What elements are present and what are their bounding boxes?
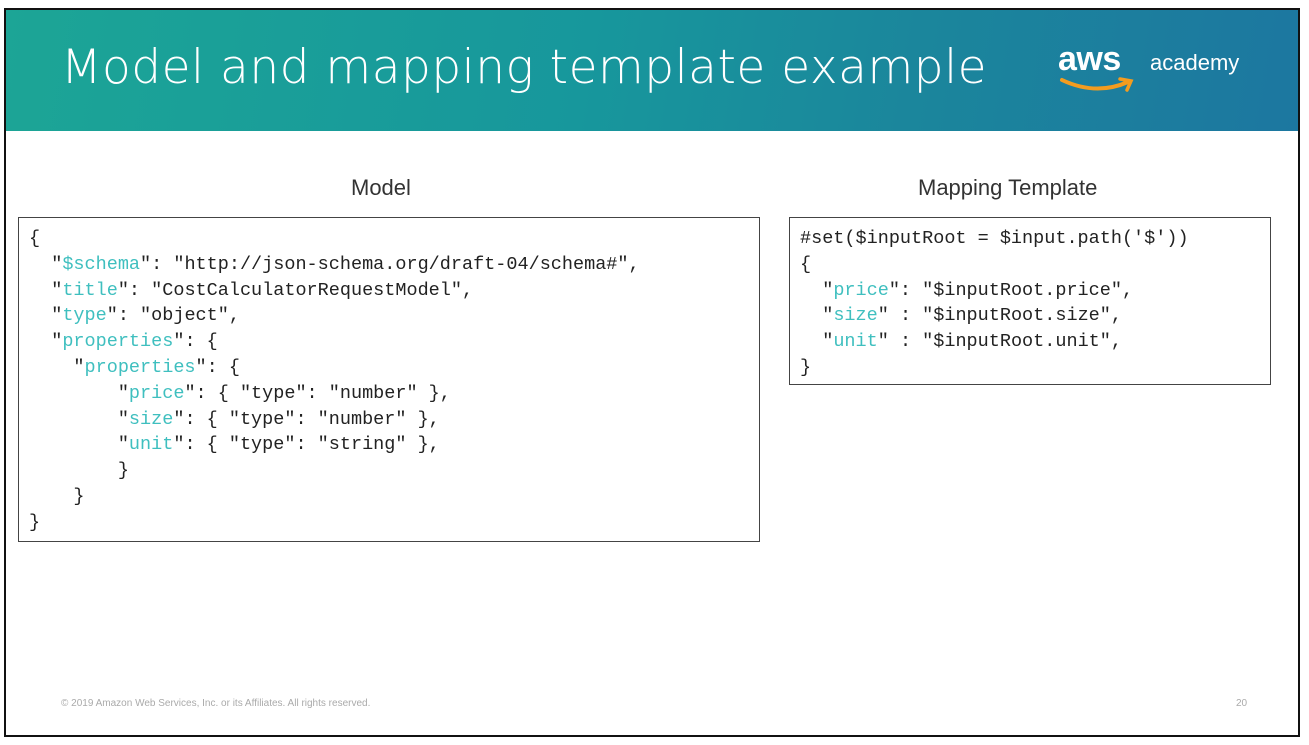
code-line: "price": "$inputRoot.price", bbox=[800, 278, 1260, 304]
code-text: ": { "type": "number" }, bbox=[173, 408, 440, 430]
code-text: " : "$inputRoot.size", bbox=[877, 305, 1122, 327]
code-line: "size" : "$inputRoot.size", bbox=[800, 303, 1260, 329]
mapping-template-code-block: #set($inputRoot = $input.path('$')){ "pr… bbox=[789, 217, 1271, 385]
code-line: } bbox=[29, 484, 749, 510]
code-key: price bbox=[833, 279, 889, 301]
code-key: properties bbox=[62, 331, 174, 353]
copyright-footer: © 2019 Amazon Web Services, Inc. or its … bbox=[61, 698, 371, 709]
code-key: size bbox=[833, 305, 878, 327]
code-key: type bbox=[62, 305, 107, 327]
amazon-smile-icon bbox=[1060, 77, 1134, 92]
code-line: "unit" : "$inputRoot.unit", bbox=[800, 329, 1260, 355]
code-text: #set($inputRoot = $input.path('$')) bbox=[800, 228, 1189, 249]
slide-header: Model and mapping template example aws a… bbox=[6, 10, 1298, 131]
code-line: #set($inputRoot = $input.path('$')) bbox=[800, 226, 1260, 252]
code-text: } bbox=[29, 511, 41, 533]
code-text: " bbox=[29, 305, 63, 327]
code-line: "properties": { bbox=[29, 355, 749, 381]
code-line: "title": "CostCalculatorRequestModel", bbox=[29, 278, 749, 304]
code-key: unit bbox=[833, 331, 878, 353]
model-heading: Model bbox=[351, 175, 411, 200]
code-text: } bbox=[800, 356, 812, 378]
code-text: { bbox=[800, 253, 812, 275]
code-key: unit bbox=[128, 434, 174, 456]
code-text: " : "$inputRoot.unit", bbox=[877, 331, 1122, 353]
code-key: price bbox=[128, 382, 185, 404]
code-text: " bbox=[800, 279, 834, 301]
code-text: " bbox=[29, 356, 85, 378]
code-text: ": "object", bbox=[106, 305, 240, 327]
code-text: ": "$inputRoot.price", bbox=[888, 279, 1134, 301]
code-key: title bbox=[62, 279, 118, 301]
aws-wordmark: aws bbox=[1058, 40, 1121, 78]
code-line: "size": { "type": "number" }, bbox=[29, 407, 749, 433]
mapping-template-heading: Mapping Template bbox=[918, 175, 1098, 200]
code-key: size bbox=[128, 408, 174, 430]
code-line: { bbox=[29, 226, 749, 252]
aws-academy-logo: aws academy bbox=[1058, 40, 1258, 100]
code-text: " bbox=[800, 305, 834, 327]
code-key: $schema bbox=[62, 253, 141, 275]
code-text: ": { bbox=[173, 331, 218, 353]
code-line: { bbox=[800, 252, 1260, 278]
code-text: { bbox=[29, 228, 41, 249]
code-line: "$schema": "http://json-schema.org/draft… bbox=[29, 252, 749, 278]
code-text: ": "http://json-schema.org/draft-04/sche… bbox=[140, 253, 640, 275]
code-line: "type": "object", bbox=[29, 303, 749, 329]
code-text: " bbox=[29, 382, 129, 404]
model-code-block: { "$schema": "http://json-schema.org/dra… bbox=[18, 217, 760, 542]
code-line: } bbox=[800, 355, 1260, 381]
code-text: ": { "type": "number" }, bbox=[184, 382, 451, 404]
slide-title: Model and mapping template example bbox=[61, 40, 988, 95]
code-text: " bbox=[800, 331, 834, 353]
code-text: " bbox=[29, 279, 63, 301]
code-line: "properties": { bbox=[29, 329, 749, 355]
code-line: } bbox=[29, 458, 749, 484]
code-key: properties bbox=[84, 356, 196, 378]
code-text: } bbox=[29, 485, 85, 507]
code-text: ": "CostCalculatorRequestModel", bbox=[117, 279, 474, 301]
code-line: "unit": { "type": "string" }, bbox=[29, 432, 749, 458]
code-line: "price": { "type": "number" }, bbox=[29, 381, 749, 407]
page-number: 20 bbox=[1236, 698, 1248, 709]
slide: Model and mapping template example aws a… bbox=[4, 8, 1300, 737]
code-text: " bbox=[29, 408, 129, 430]
academy-wordmark: academy bbox=[1150, 50, 1240, 75]
code-text: ": { "type": "string" }, bbox=[173, 434, 440, 456]
code-text: " bbox=[29, 331, 63, 353]
code-text: " bbox=[29, 253, 63, 275]
code-text: } bbox=[29, 460, 129, 482]
code-line: } bbox=[29, 510, 749, 536]
code-text: ": { bbox=[195, 356, 240, 378]
code-text: " bbox=[29, 434, 129, 456]
